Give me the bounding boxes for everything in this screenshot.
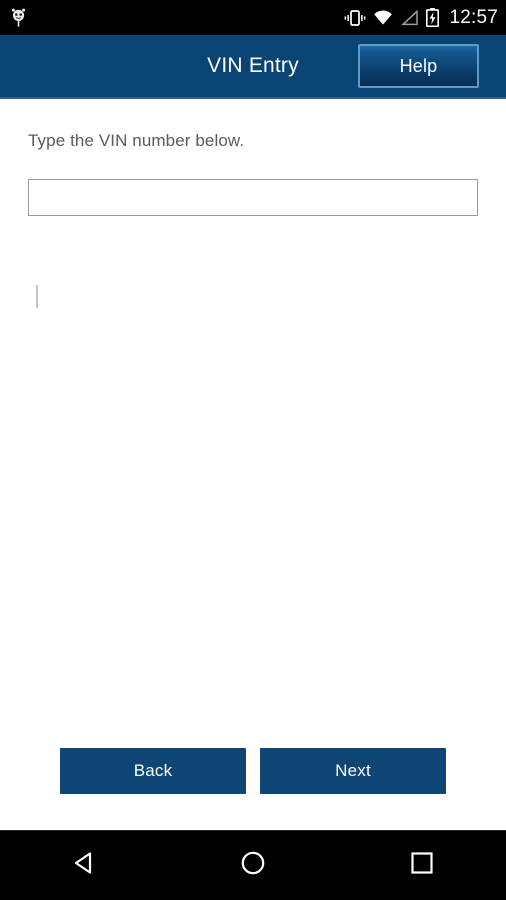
app-header: VIN Entry Help [0,35,506,99]
status-bar-clock: 12:57 [449,6,498,28]
home-circle-icon [237,847,269,884]
cell-signal-icon [400,9,419,26]
vibrate-icon [344,9,366,27]
phone-screen: 12:57 VIN Entry Help Type the VIN number… [0,0,506,900]
back-button-label: Back [133,761,173,780]
vin-input-field[interactable] [28,179,478,216]
next-button[interactable]: Next [260,748,446,794]
recents-square-icon [406,847,438,884]
footer-button-row: Back Next [0,748,506,794]
page-title: VIN Entry [207,54,299,77]
instruction-text: Type the VIN number below. [28,131,245,150]
nav-back-button[interactable] [40,831,128,900]
wifi-icon [373,10,393,26]
status-bar: 12:57 [0,0,506,35]
help-button-label: Help [399,55,438,76]
back-button[interactable]: Back [60,748,246,794]
help-button[interactable]: Help [358,44,479,88]
nav-home-button[interactable] [209,831,297,900]
next-button-label: Next [335,761,371,780]
android-robot-icon [10,8,27,28]
main-content: Type the VIN number below. Back Next [0,99,506,830]
vin-input[interactable] [37,180,477,215]
android-navigation-bar [0,830,506,900]
back-triangle-icon [68,847,100,884]
battery-charging-icon [426,8,440,27]
status-bar-notifications [10,8,344,28]
text-cursor [36,285,38,308]
status-bar-system-icons: 12:57 [344,7,498,29]
nav-recents-button[interactable] [378,831,466,900]
